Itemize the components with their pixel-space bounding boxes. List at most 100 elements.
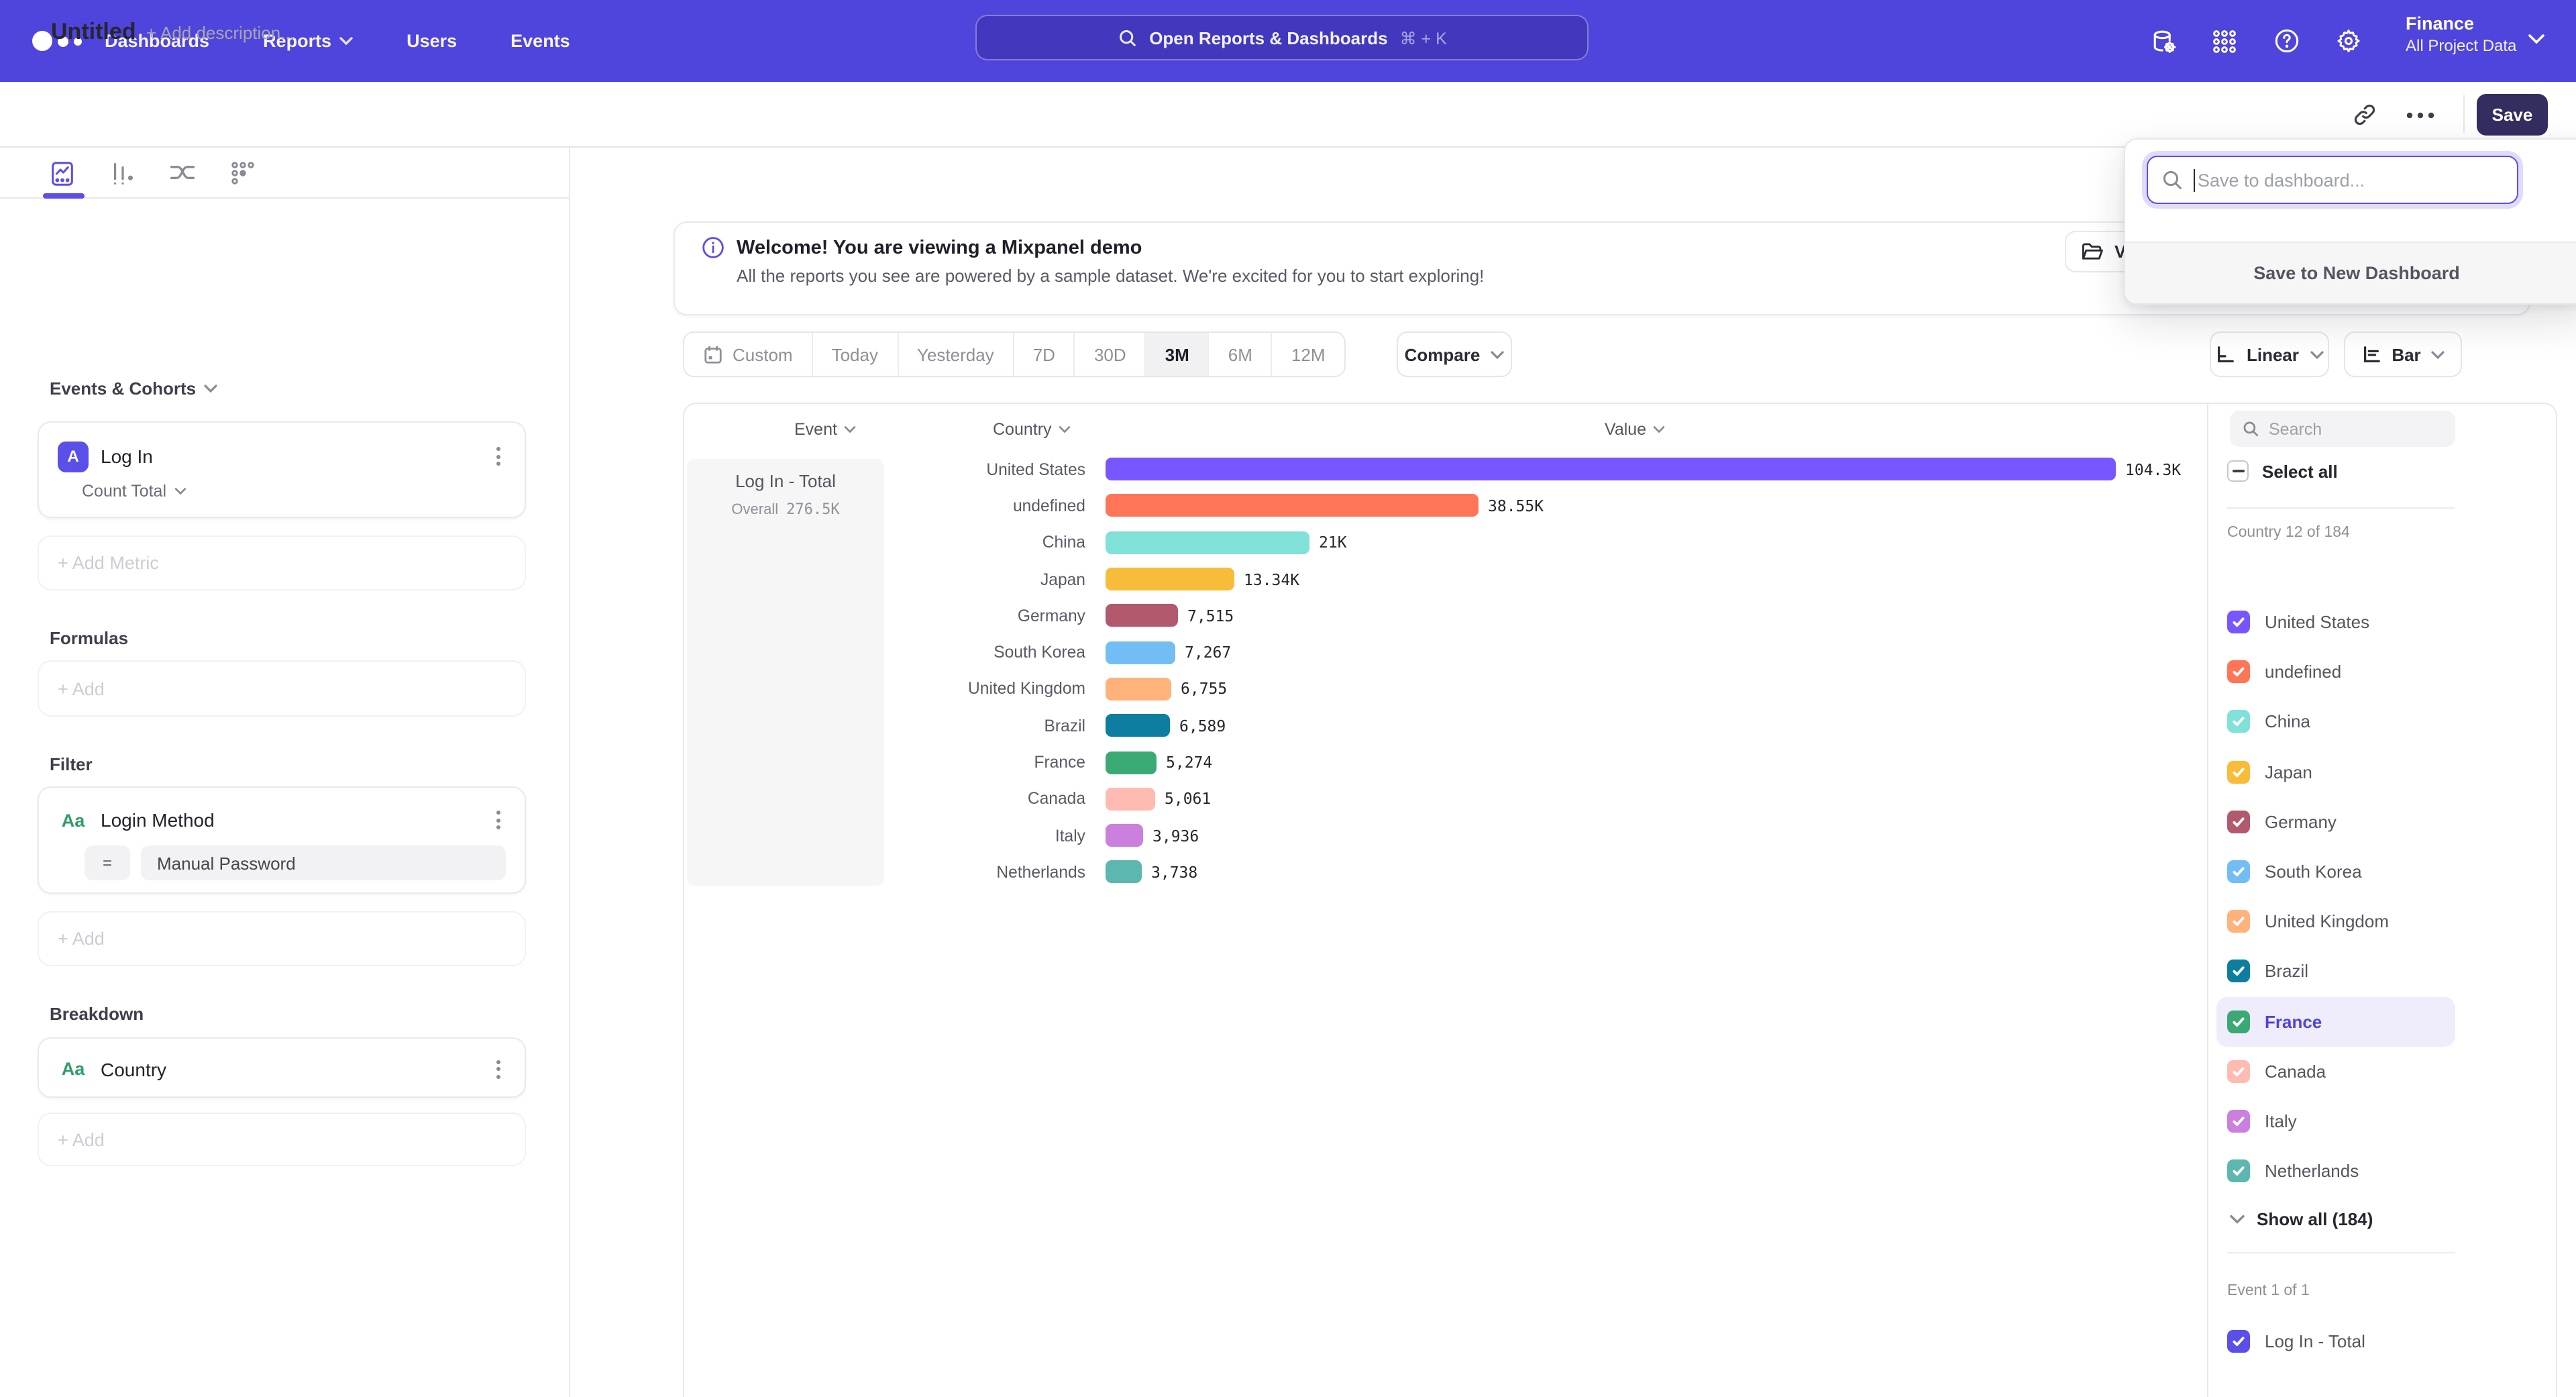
- date-range-option[interactable]: 7D: [1013, 333, 1074, 376]
- chart-bar-row: undefined 38.55K: [884, 488, 2207, 525]
- segment-checkbox[interactable]: [2227, 711, 2250, 733]
- global-search-button[interactable]: Open Reports & Dashboards ⌘ + K: [975, 15, 1589, 60]
- add-metric-button[interactable]: + Add Metric: [38, 535, 526, 590]
- breakdown-card[interactable]: Aa Country: [38, 1037, 526, 1098]
- date-range-option[interactable]: 12M: [1271, 333, 1344, 376]
- tab-retention-icon[interactable]: [227, 157, 259, 189]
- chart-bar[interactable]: [1106, 678, 1171, 701]
- segment-search[interactable]: [2230, 411, 2455, 447]
- copy-link-icon[interactable]: [2352, 102, 2377, 127]
- breakdown-kebab-icon[interactable]: [491, 1054, 506, 1084]
- project-selector[interactable]: Finance All Project Data: [2406, 12, 2516, 58]
- segment-checkbox-row[interactable]: Germany: [2216, 797, 2455, 847]
- add-description-field[interactable]: + Add description...: [146, 23, 295, 43]
- chart-category-label: Germany: [884, 607, 1097, 625]
- save-to-new-dashboard-button[interactable]: Save to New Dashboard: [2125, 242, 2576, 303]
- filter-card[interactable]: Aa Login Method = Manual Password: [38, 786, 526, 894]
- metric-event-name[interactable]: Log In: [101, 446, 491, 467]
- add-filter-button[interactable]: + Add: [38, 911, 526, 966]
- chart-bar[interactable]: [1106, 568, 1234, 590]
- nav-item[interactable]: Users: [407, 31, 457, 51]
- data-management-icon[interactable]: [2149, 0, 2179, 82]
- date-range-option[interactable]: Custom: [684, 333, 812, 376]
- save-dashboard-search[interactable]: [2147, 156, 2518, 204]
- chart-bar[interactable]: [1106, 531, 1309, 554]
- chart-bar[interactable]: [1106, 714, 1170, 737]
- segment-checkbox-row[interactable]: Log In - Total: [2216, 1316, 2455, 1366]
- project-chevron-down-icon[interactable]: [2528, 34, 2545, 46]
- segment-checkbox-row[interactable]: South Korea: [2216, 847, 2455, 896]
- chart-bar[interactable]: [1106, 495, 1479, 517]
- chart-bar[interactable]: [1106, 788, 1155, 811]
- chart-type-dropdown[interactable]: Bar: [2344, 331, 2462, 377]
- segment-checkbox-row[interactable]: Brazil: [2216, 947, 2455, 996]
- chart-bar[interactable]: [1106, 751, 1157, 774]
- segment-checkbox-row[interactable]: United Kingdom: [2216, 896, 2455, 946]
- filter-value-field[interactable]: Manual Password: [141, 845, 506, 880]
- filter-property-name[interactable]: Login Method: [101, 809, 491, 831]
- save-button[interactable]: Save: [2477, 94, 2548, 136]
- more-options-icon[interactable]: [2406, 111, 2435, 119]
- show-all-toggle[interactable]: Show all (184): [2230, 1209, 2373, 1229]
- select-all-checkbox[interactable]: [2227, 460, 2249, 482]
- chart-category-label: undefined: [884, 497, 1097, 515]
- line-type-dropdown[interactable]: Linear: [2210, 331, 2329, 377]
- segment-checkbox[interactable]: [2227, 960, 2250, 983]
- date-range-option[interactable]: Yesterday: [897, 333, 1013, 376]
- chart-bar[interactable]: [1106, 824, 1143, 847]
- metric-kebab-icon[interactable]: [491, 442, 506, 471]
- segment-checkbox-row[interactable]: Netherlands: [2216, 1146, 2455, 1196]
- tab-funnels-icon[interactable]: [106, 157, 138, 189]
- chart-bar[interactable]: [1106, 605, 1178, 627]
- segment-checkbox-row[interactable]: undefined: [2216, 647, 2455, 696]
- segment-checkbox[interactable]: [2227, 760, 2250, 783]
- date-range-option[interactable]: 3M: [1145, 333, 1208, 376]
- segment-checkbox-row[interactable]: France: [2216, 996, 2455, 1046]
- segment-checkbox[interactable]: [2227, 811, 2250, 833]
- save-dashboard-search-input[interactable]: [2198, 170, 2504, 190]
- search-icon: [2242, 420, 2259, 437]
- add-formula-button[interactable]: + Add: [38, 660, 526, 717]
- date-range-option[interactable]: 30D: [1074, 333, 1145, 376]
- segment-checkbox[interactable]: [2227, 1330, 2250, 1353]
- apps-grid-icon[interactable]: [2211, 0, 2238, 82]
- segment-checkbox-row[interactable]: Japan: [2216, 747, 2455, 796]
- segment-checkbox-row[interactable]: China: [2216, 697, 2455, 747]
- event-total-cell[interactable]: [687, 459, 884, 886]
- help-icon[interactable]: [2273, 0, 2301, 82]
- segment-checkbox[interactable]: [2227, 1110, 2250, 1133]
- segment-checkbox-row[interactable]: Italy: [2216, 1096, 2455, 1146]
- segment-checkbox[interactable]: [2227, 611, 2250, 633]
- segment-checkbox-row[interactable]: United States: [2216, 597, 2455, 647]
- segment-checkbox[interactable]: [2227, 1159, 2250, 1182]
- column-header-breakdown[interactable]: Country: [993, 420, 1071, 439]
- metric-aggregation-dropdown[interactable]: Count Total: [82, 482, 525, 501]
- tab-flows-icon[interactable]: [166, 157, 199, 189]
- date-range-option[interactable]: Today: [812, 333, 897, 376]
- column-header-value[interactable]: Value: [1605, 420, 1665, 439]
- chart-bar[interactable]: [1106, 861, 1142, 884]
- date-range-option[interactable]: 6M: [1208, 333, 1271, 376]
- segment-checkbox[interactable]: [2227, 1060, 2250, 1083]
- segment-checkbox[interactable]: [2227, 910, 2250, 933]
- add-breakdown-button[interactable]: + Add: [38, 1113, 526, 1166]
- compare-button[interactable]: Compare: [1397, 331, 1512, 377]
- segment-search-input[interactable]: [2269, 419, 2443, 438]
- segment-checkbox[interactable]: [2227, 1010, 2250, 1033]
- events-cohorts-header[interactable]: Events & Cohorts: [50, 378, 217, 399]
- filter-kebab-icon[interactable]: [491, 805, 506, 835]
- metric-card[interactable]: A Log In Count Total: [38, 421, 526, 518]
- segment-checkbox[interactable]: [2227, 860, 2250, 883]
- select-all-row[interactable]: Select all: [2227, 460, 2338, 482]
- segment-checkbox[interactable]: [2227, 661, 2250, 684]
- filter-operator-chip[interactable]: =: [85, 845, 130, 880]
- settings-gear-icon[interactable]: [2334, 0, 2363, 82]
- report-title[interactable]: Untitled: [51, 19, 136, 46]
- breakdown-property-name[interactable]: Country: [101, 1058, 491, 1080]
- segment-checkbox-row[interactable]: Canada: [2216, 1046, 2455, 1096]
- chart-bar[interactable]: [1106, 458, 2116, 480]
- chart-bar[interactable]: [1106, 641, 1175, 664]
- tab-insights-icon[interactable]: [46, 157, 78, 189]
- column-header-event[interactable]: Event: [794, 420, 856, 439]
- nav-item[interactable]: Events: [511, 31, 570, 51]
